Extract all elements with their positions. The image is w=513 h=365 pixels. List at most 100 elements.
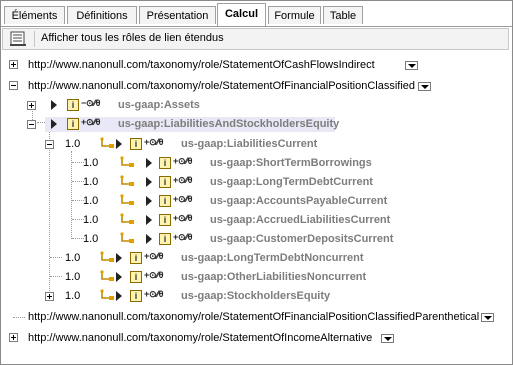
item-icon: i (159, 214, 171, 226)
attribute-symbols: −⊙⁄⁄θ (81, 98, 101, 108)
concept-row[interactable]: 1.0 i +⊙⁄⁄θ us-gaap:ShortTermBorrowings (1, 154, 512, 173)
item-icon: i (130, 252, 142, 264)
concept-row[interactable]: 1.0 i +⊙⁄⁄θ us-gaap:AccountsPayableCurre… (1, 192, 512, 211)
tab-bar: Éléments Définitions Présentation Calcul… (1, 1, 512, 27)
role-uri: http://www.nanonull.com/taxonomy/role/St… (28, 59, 375, 71)
tab-formula[interactable]: Formule (268, 6, 321, 24)
tab-definitions[interactable]: Définitions (67, 6, 137, 24)
item-icon: i (67, 118, 79, 130)
role-row[interactable]: http://www.nanonull.com/taxonomy/role/St… (1, 77, 512, 96)
calculation-arc-icon (120, 213, 134, 224)
weight-value: 1.0 (65, 290, 81, 302)
toolbar-separator (34, 31, 35, 47)
tab-calculation[interactable]: Calcul (217, 3, 266, 26)
calculation-arc-icon (100, 251, 114, 262)
calculation-arc-icon (120, 175, 134, 186)
arc-arrow-icon (116, 291, 122, 301)
role-uri: http://www.nanonull.com/taxonomy/role/St… (28, 311, 480, 323)
calculation-arc-icon (120, 156, 134, 167)
concept-row[interactable]: i +⊙⁄⁄θ us-gaap:LiabilitiesAndStockholde… (1, 115, 512, 134)
concept-row[interactable]: 1.0 i +⊙⁄⁄θ us-gaap:LiabilitiesCurrent (1, 135, 512, 154)
arc-arrow-icon (116, 253, 122, 263)
expand-toggle[interactable] (27, 101, 36, 110)
attribute-symbols: +⊙⁄⁄θ (144, 289, 164, 299)
role-dropdown-button[interactable] (418, 82, 431, 91)
attribute-symbols: +⊙⁄⁄θ (173, 194, 193, 204)
weight-value: 1.0 (65, 271, 81, 283)
arc-arrow-icon (116, 272, 122, 282)
item-icon: i (159, 195, 171, 207)
concept-name: us-gaap:AccountsPayableCurrent (210, 195, 388, 207)
calculation-arc-icon (100, 289, 114, 300)
weight-value: 1.0 (83, 214, 99, 226)
role-row[interactable]: http://www.nanonull.com/taxonomy/role/St… (1, 56, 512, 75)
role-dropdown-button[interactable] (381, 334, 394, 343)
tab-elements[interactable]: Éléments (4, 6, 65, 24)
concept-row[interactable]: i −⊙⁄⁄θ us-gaap:Assets (1, 96, 512, 115)
weight-value: 1.0 (83, 157, 99, 169)
concept-row[interactable]: 1.0 i +⊙⁄⁄θ us-gaap:OtherLiabilitiesNonc… (1, 268, 512, 287)
attribute-symbols: +⊙⁄⁄θ (81, 117, 101, 127)
show-extended-link-roles-icon[interactable] (9, 31, 27, 47)
concept-name: us-gaap:StockholdersEquity (181, 290, 331, 302)
concept-row[interactable]: 1.0 i +⊙⁄⁄θ us-gaap:LongTermDebtCurrent (1, 173, 512, 192)
item-icon: i (67, 99, 79, 111)
concept-name: us-gaap:CustomerDepositsCurrent (210, 233, 394, 245)
concept-name: us-gaap:LongTermDebtCurrent (210, 176, 373, 188)
concept-name: us-gaap:AccruedLiabilitiesCurrent (210, 214, 391, 226)
attribute-symbols: +⊙⁄⁄θ (144, 137, 164, 147)
concept-name: us-gaap:OtherLiabilitiesNoncurrent (181, 271, 367, 283)
calculation-arc-icon (120, 194, 134, 205)
item-icon: i (159, 157, 171, 169)
calculation-arc-icon (100, 137, 114, 148)
arc-arrow-icon (146, 215, 152, 225)
item-icon: i (159, 233, 171, 245)
calculation-tree: http://www.nanonull.com/taxonomy/role/St… (1, 51, 512, 361)
attribute-symbols: +⊙⁄⁄θ (173, 175, 193, 185)
role-dropdown-button[interactable] (405, 61, 418, 70)
weight-value: 1.0 (83, 176, 99, 188)
weight-value: 1.0 (83, 195, 99, 207)
arc-arrow-icon (51, 119, 57, 129)
attribute-symbols: +⊙⁄⁄θ (173, 232, 193, 242)
arc-arrow-icon (116, 139, 122, 149)
concept-name: us-gaap:LongTermDebtNoncurrent (181, 252, 364, 264)
calculation-arc-icon (100, 270, 114, 281)
role-row[interactable]: http://www.nanonull.com/taxonomy/role/St… (1, 329, 512, 348)
concept-row[interactable]: 1.0 i +⊙⁄⁄θ us-gaap:CustomerDepositsCurr… (1, 230, 512, 249)
weight-value: 1.0 (65, 138, 81, 150)
concept-name: us-gaap:LiabilitiesCurrent (181, 138, 318, 150)
item-icon: i (159, 176, 171, 188)
arc-arrow-icon (146, 196, 152, 206)
concept-row[interactable]: 1.0 i +⊙⁄⁄θ us-gaap:AccruedLiabilitiesCu… (1, 211, 512, 230)
weight-value: 1.0 (65, 252, 81, 264)
arc-arrow-icon (146, 158, 152, 168)
arc-arrow-icon (146, 234, 152, 244)
item-icon: i (130, 271, 142, 283)
item-icon: i (130, 290, 142, 302)
item-icon: i (130, 138, 142, 150)
concept-name: us-gaap:Assets (118, 99, 200, 111)
expand-toggle[interactable] (45, 292, 54, 301)
concept-name: us-gaap:LiabilitiesAndStockholdersEquity (118, 118, 340, 130)
concept-row[interactable]: 1.0 i +⊙⁄⁄θ us-gaap:StockholdersEquity (1, 287, 512, 306)
collapse-toggle[interactable] (9, 81, 18, 90)
tab-presentation[interactable]: Présentation (139, 6, 216, 24)
arc-arrow-icon (146, 177, 152, 187)
collapse-toggle[interactable] (27, 120, 36, 129)
concept-row[interactable]: 1.0 i +⊙⁄⁄θ us-gaap:LongTermDebtNoncurre… (1, 249, 512, 268)
expand-toggle[interactable] (9, 60, 18, 69)
expand-toggle[interactable] (9, 333, 18, 342)
role-dropdown-button[interactable] (481, 313, 494, 322)
collapse-toggle[interactable] (45, 140, 54, 149)
attribute-symbols: +⊙⁄⁄θ (173, 213, 193, 223)
role-uri: http://www.nanonull.com/taxonomy/role/St… (28, 80, 416, 92)
tab-table[interactable]: Table (323, 6, 363, 24)
role-row[interactable]: http://www.nanonull.com/taxonomy/role/St… (1, 308, 512, 327)
concept-name: us-gaap:ShortTermBorrowings (210, 157, 372, 169)
toolbar-label: Afficher tous les rôles de lien étendus (41, 32, 224, 44)
arc-arrow-icon (51, 100, 57, 110)
attribute-symbols: +⊙⁄⁄θ (144, 270, 164, 280)
calculation-arc-icon (120, 232, 134, 243)
toolbar: Afficher tous les rôles de lien étendus (2, 28, 509, 50)
